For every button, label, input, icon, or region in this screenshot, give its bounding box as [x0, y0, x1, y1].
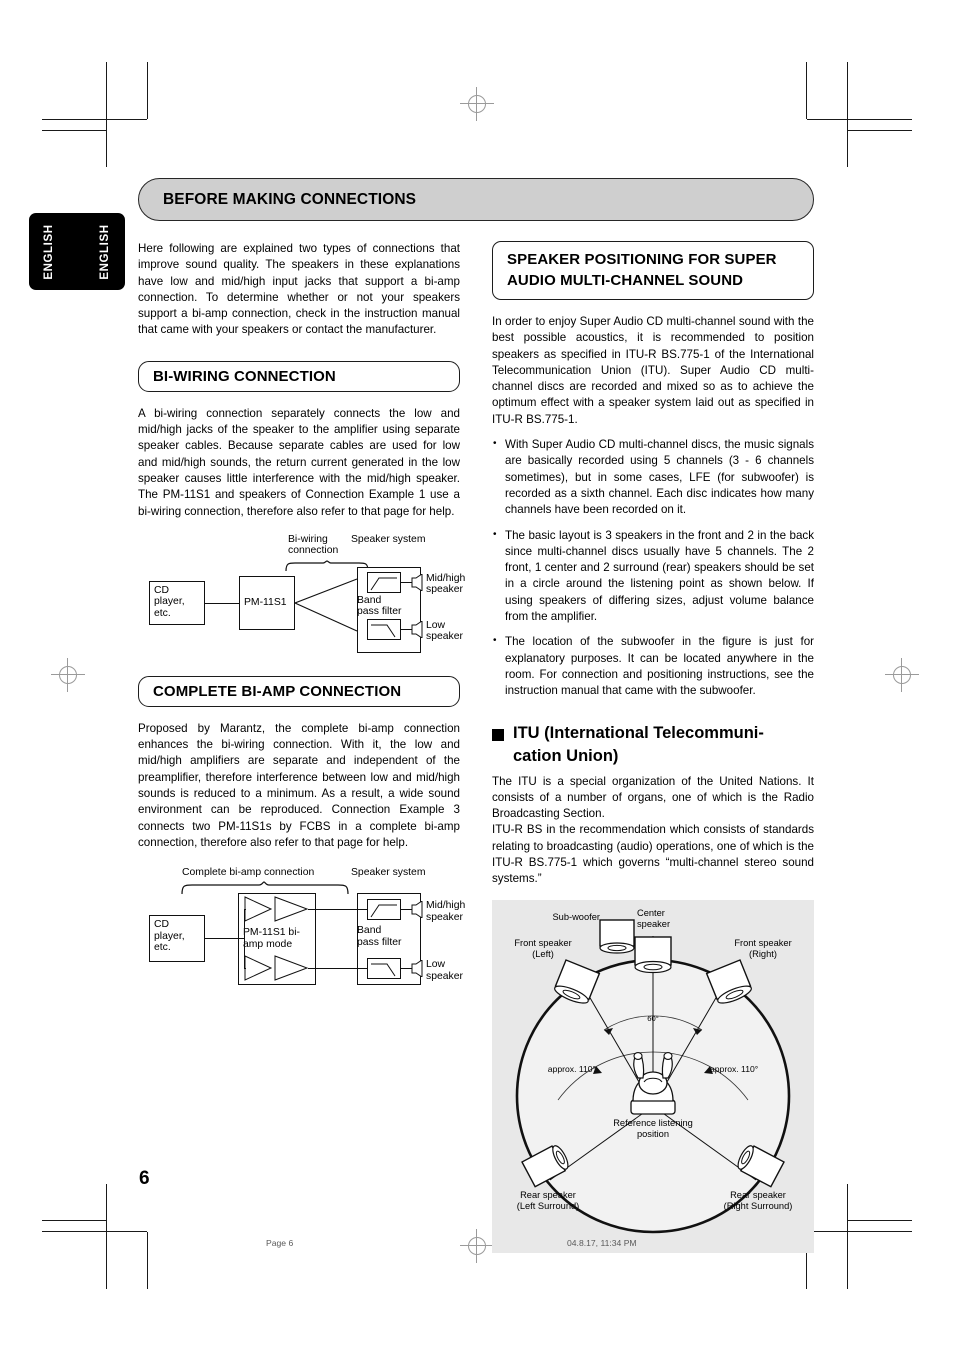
- speaker-positioning-heading-line1: SPEAKER POSITIONING FOR SUPER: [507, 251, 777, 268]
- speaker-positioning-paragraph: In order to enjoy Super Audio CD multi-c…: [492, 315, 814, 426]
- high-pass-curve-icon: [370, 577, 397, 591]
- itu-label-angle-rear-right: approx. 110°: [710, 1063, 759, 1074]
- print-footer: Page 6 04.8.17, 11:34 PM: [0, 1238, 954, 1258]
- bi-amp-speaker-system-label: Speaker system: [351, 867, 426, 879]
- bi-amp-mid-high-label: Mid/high speaker: [426, 900, 466, 923]
- speaker-positioning-bullet-list: With Super Audio CD multi-channel discs,…: [492, 436, 814, 699]
- bi-amp-diagram: Complete bi-amp connection Speaker syste…: [138, 867, 465, 995]
- itu-label-front-left: Front speaker (Left): [514, 937, 572, 959]
- itu-label-rear-right: Rear speaker (Right Surround): [723, 1189, 793, 1211]
- language-tab-label-right: ENGLISH: [99, 223, 111, 280]
- bi-amp-filter-label: Band pass filter: [357, 925, 402, 948]
- crop-mark-br-h2: [848, 1220, 912, 1221]
- low-pass-curve-icon: [371, 624, 396, 638]
- bi-wiring-split-lines: [295, 578, 358, 632]
- registration-mark-top: [460, 87, 494, 121]
- itu-label-angle-rear-left: approx. 110°: [547, 1063, 596, 1074]
- speaker-cone-icon-low-2: [411, 960, 423, 978]
- speaker-cone-icon-low: [411, 620, 423, 638]
- section-heading-bi-wiring: BI-WIRING CONNECTION: [138, 360, 460, 392]
- page-content: BEFORE MAKING CONNECTIONS Here following…: [138, 178, 814, 1253]
- itu-label-front-right: Front speaker (Right): [734, 937, 792, 959]
- speaker-positioning-heading-line2: AUDIO MULTI-CHANNEL SOUND: [507, 272, 744, 289]
- banner-title: BEFORE MAKING CONNECTIONS: [163, 190, 417, 208]
- itu-label-listening-position: Reference listening position: [613, 1117, 693, 1139]
- crop-mark-bl-v: [106, 1184, 107, 1289]
- page-number: 6: [139, 1168, 150, 1189]
- speaker-cone-icon-mid-high-2: [411, 901, 423, 919]
- bi-amp-low-label: Low speaker: [426, 959, 463, 982]
- bi-wiring-low-label: Low speaker: [426, 619, 463, 643]
- bi-amp-output-low: [308, 968, 367, 970]
- crop-mark-tr-h: [807, 119, 912, 120]
- bi-amp-internal-tap-bottom: [244, 968, 246, 970]
- crop-mark-br-v: [847, 1184, 848, 1289]
- bi-wiring-speaker-system-label: Speaker system: [351, 533, 426, 545]
- crop-mark-bl-h2: [42, 1220, 106, 1221]
- itu-paragraph-2: ITU-R BS in the recommendation which con…: [492, 823, 814, 886]
- intro-paragraph: Here following are explained two types o…: [138, 242, 460, 337]
- square-bullet-icon: [492, 728, 504, 741]
- crop-mark-tl-v2: [147, 62, 148, 119]
- amplifier-triangle-icons-top: [244, 896, 309, 923]
- bi-amp-source-label: CD player, etc.: [154, 919, 185, 954]
- left-column: Here following are explained two types o…: [138, 241, 465, 1253]
- section-heading-speaker-positioning: SPEAKER POSITIONING FOR SUPER AUDIO MULT…: [492, 241, 814, 300]
- bi-wiring-paragraph: A bi-wiring connection separately connec…: [138, 406, 460, 518]
- bi-amp-brace-label: Complete bi-amp connection: [182, 867, 315, 879]
- footer-page-label: Page 6: [266, 1238, 294, 1248]
- right-column: SPEAKER POSITIONING FOR SUPER AUDIO MULT…: [492, 241, 814, 1253]
- itu-label-rear-left: Rear speaker (Left Surround): [516, 1189, 580, 1211]
- bi-wiring-amp-label: PM-11S1: [244, 596, 287, 608]
- crop-mark-tr-v: [847, 62, 848, 167]
- list-item: The location of the subwoofer in the fig…: [492, 633, 814, 699]
- bi-amp-heading-text: COMPLETE BI-AMP CONNECTION: [153, 682, 402, 700]
- bi-amp-paragraph: Proposed by Marantz, the complete bi-amp…: [138, 721, 460, 849]
- itu-speaker-layout-figure: Sub-woofer Center speaker Front speaker …: [492, 899, 814, 1253]
- crop-mark-tr-v2: [806, 62, 807, 119]
- bi-wiring-mid-high-label: Mid/high speaker: [426, 572, 466, 596]
- crop-mark-tl-v: [106, 62, 107, 167]
- bi-wiring-source-label: CD player, etc.: [154, 584, 185, 619]
- registration-mark-left: [51, 658, 85, 692]
- banner-before-making-connections: BEFORE MAKING CONNECTIONS: [138, 178, 814, 221]
- crop-mark-br-h: [807, 1231, 912, 1232]
- low-pass-curve-icon-2: [371, 963, 396, 977]
- crop-mark-bl-h: [42, 1231, 147, 1232]
- bi-wiring-filter-label: Band pass filter: [357, 594, 402, 618]
- bi-amp-link-source-amp: [205, 938, 244, 940]
- crop-mark-tl-h: [42, 119, 147, 120]
- section-heading-complete-bi-amp: COMPLETE BI-AMP CONNECTION: [138, 675, 460, 707]
- bi-amp-internal-bus: [244, 909, 246, 970]
- registration-mark-right: [885, 658, 919, 692]
- bi-amp-output-mid: [308, 909, 367, 911]
- list-item: With Super Audio CD multi-channel discs,…: [492, 436, 814, 518]
- itu-paragraph-1: The ITU is a special organization of the…: [492, 774, 814, 821]
- high-pass-curve-icon-2: [370, 904, 397, 918]
- amplifier-triangle-icons-bottom: [244, 955, 309, 982]
- footer-timestamp: 04.8.17, 11:34 PM: [567, 1238, 637, 1248]
- itu-heading-line1: ITU (International Telecommuni-: [513, 723, 764, 742]
- two-column-layout: Here following are explained two types o…: [138, 241, 814, 1253]
- bi-amp-internal-tap-top: [244, 909, 246, 911]
- itu-label-angle-front: 60°: [647, 1013, 659, 1023]
- bi-wiring-link-source-amp: [205, 602, 239, 604]
- bi-wiring-heading-text: BI-WIRING CONNECTION: [153, 367, 336, 385]
- bi-wiring-diagram: Bi-wiring connection Speaker system CD p…: [138, 533, 465, 654]
- language-tab-english: ENGLISH ENGLISH: [29, 213, 125, 290]
- language-tab-label-left: ENGLISH: [43, 223, 55, 280]
- itu-heading-line2: cation Union): [513, 746, 619, 765]
- crop-mark-tl-h2: [42, 130, 106, 131]
- crop-mark-tr-h2: [848, 130, 912, 131]
- bi-wiring-brace-label: Bi-wiring connection: [288, 533, 339, 557]
- list-item: The basic layout is 3 speakers in the fr…: [492, 527, 814, 626]
- itu-label-subwoofer: Sub-woofer: [552, 911, 600, 922]
- bi-amp-amp-label: PM-11S1 bi- amp mode: [243, 927, 300, 950]
- speaker-cone-icon-mid-high: [411, 573, 423, 591]
- itu-heading: ITU (International Telecommuni- cation U…: [492, 722, 814, 768]
- itu-label-center-speaker: Center speaker: [637, 907, 671, 929]
